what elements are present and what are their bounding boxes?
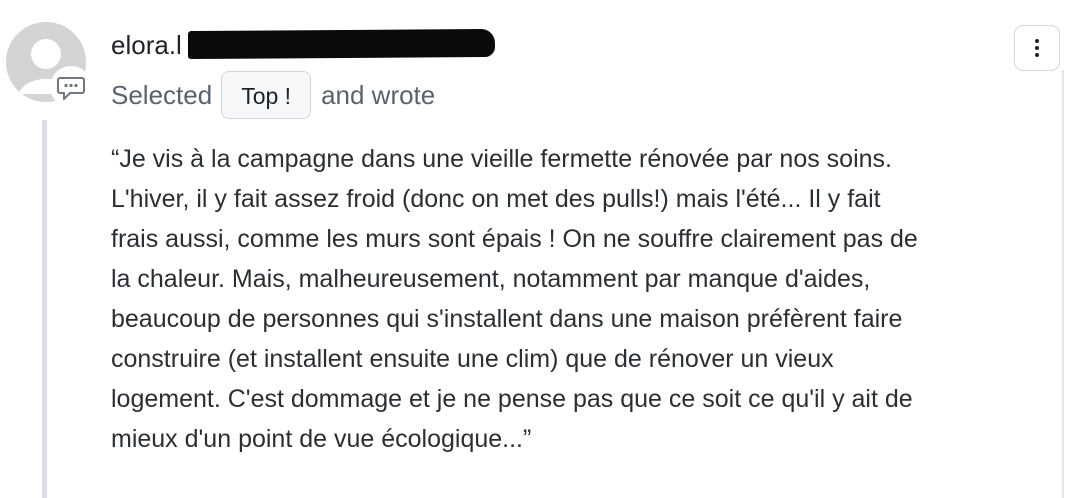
comment-line: mieux d'un point de vue écologique...”	[111, 425, 532, 453]
vertical-ellipsis-icon	[1035, 39, 1039, 57]
comment-line: la chaleur. Mais, malheureusement, notam…	[111, 265, 871, 293]
comment-line: L'hiver, il y fait assez froid (donc on …	[111, 185, 881, 213]
comment-line: beaucoup de personnes qui s'installent d…	[111, 305, 903, 333]
more-options-button[interactable]	[1014, 25, 1060, 71]
comment-icon	[50, 66, 92, 108]
comment-line: “Je vis à la campagne dans une vieille f…	[111, 145, 892, 173]
comment-action-line: Selected Top ! and wrote	[111, 70, 435, 120]
avatar[interactable]	[6, 22, 92, 108]
comment-border	[1062, 70, 1064, 498]
reaction-badge[interactable]: Top !	[221, 71, 312, 119]
thread-line	[42, 120, 47, 498]
comment-line: construire (et installent ensuite une cl…	[111, 345, 834, 373]
username[interactable]: elora.l	[111, 30, 182, 60]
comment-line: frais aussi, comme les murs sont épais !…	[111, 225, 918, 253]
action-suffix: and wrote	[321, 79, 436, 110]
comment-line: logement. C'est dommage et je ne pense p…	[111, 385, 913, 413]
action-prefix: Selected	[111, 79, 213, 110]
comment-body: “Je vis à la campagne dans une vieille f…	[111, 139, 1056, 459]
redaction-bar	[188, 28, 495, 60]
